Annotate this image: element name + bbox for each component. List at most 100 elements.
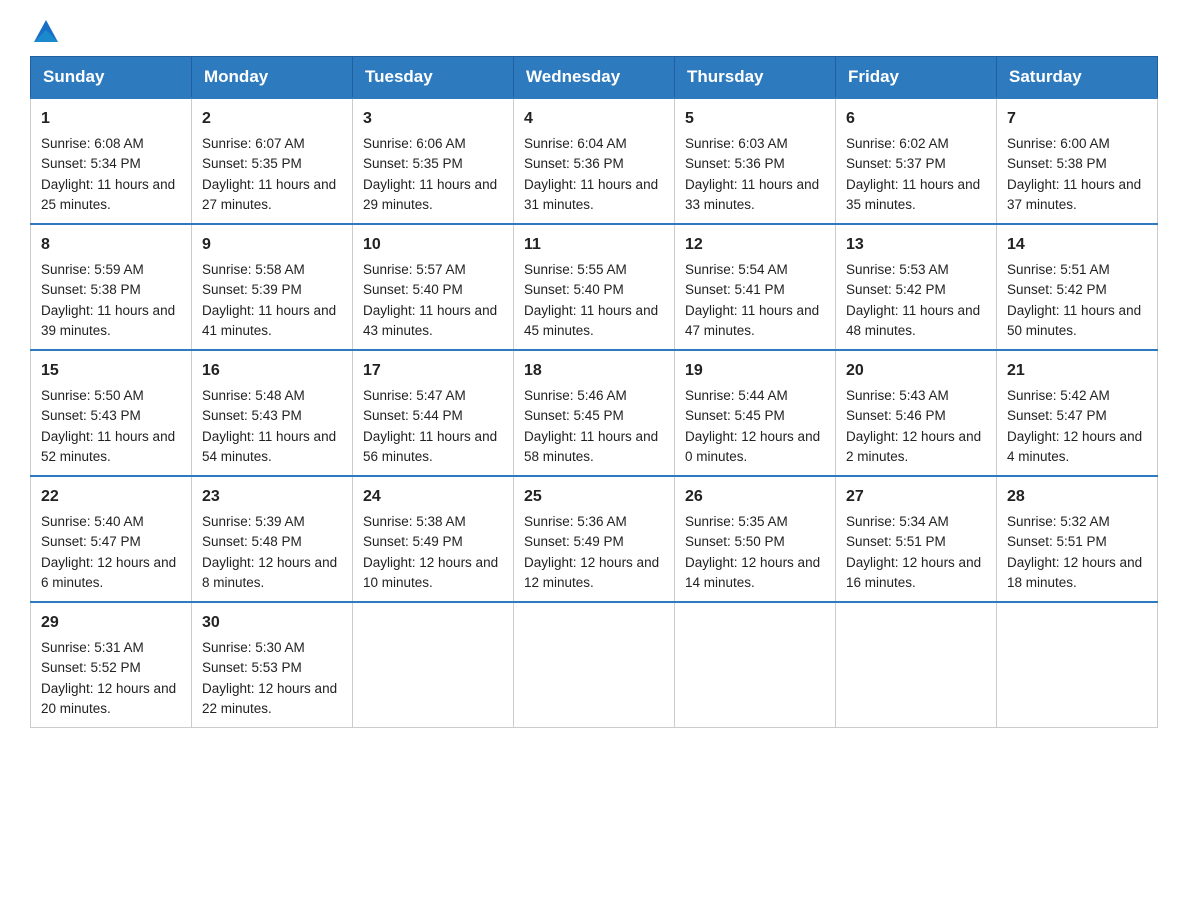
- calendar-cell: 21 Sunrise: 5:42 AM Sunset: 5:47 PM Dayl…: [997, 350, 1158, 476]
- daylight-line: Daylight: 11 hours and 29 minutes.: [363, 177, 497, 212]
- sunrise-line: Sunrise: 5:57 AM: [363, 262, 466, 277]
- calendar-week-row: 29 Sunrise: 5:31 AM Sunset: 5:52 PM Dayl…: [31, 602, 1158, 728]
- sunset-line: Sunset: 5:34 PM: [41, 156, 141, 171]
- daylight-line: Daylight: 11 hours and 45 minutes.: [524, 303, 658, 338]
- sunrise-line: Sunrise: 5:32 AM: [1007, 514, 1110, 529]
- daylight-line: Daylight: 12 hours and 8 minutes.: [202, 555, 337, 590]
- calendar-cell: 18 Sunrise: 5:46 AM Sunset: 5:45 PM Dayl…: [514, 350, 675, 476]
- calendar-cell: 6 Sunrise: 6:02 AM Sunset: 5:37 PM Dayli…: [836, 98, 997, 224]
- sunset-line: Sunset: 5:35 PM: [363, 156, 463, 171]
- calendar-cell: 11 Sunrise: 5:55 AM Sunset: 5:40 PM Dayl…: [514, 224, 675, 350]
- calendar-day-header: Monday: [192, 57, 353, 99]
- daylight-line: Daylight: 12 hours and 22 minutes.: [202, 681, 337, 716]
- day-number: 18: [524, 359, 664, 383]
- sunset-line: Sunset: 5:36 PM: [685, 156, 785, 171]
- calendar-cell: 7 Sunrise: 6:00 AM Sunset: 5:38 PM Dayli…: [997, 98, 1158, 224]
- sunrise-line: Sunrise: 5:55 AM: [524, 262, 627, 277]
- calendar-cell: 23 Sunrise: 5:39 AM Sunset: 5:48 PM Dayl…: [192, 476, 353, 602]
- sunset-line: Sunset: 5:45 PM: [685, 408, 785, 423]
- day-number: 13: [846, 233, 986, 257]
- sunrise-line: Sunrise: 5:35 AM: [685, 514, 788, 529]
- daylight-line: Daylight: 11 hours and 58 minutes.: [524, 429, 658, 464]
- daylight-line: Daylight: 11 hours and 27 minutes.: [202, 177, 336, 212]
- calendar-day-header: Sunday: [31, 57, 192, 99]
- sunrise-line: Sunrise: 5:47 AM: [363, 388, 466, 403]
- sunrise-line: Sunrise: 5:43 AM: [846, 388, 949, 403]
- calendar-cell: 24 Sunrise: 5:38 AM Sunset: 5:49 PM Dayl…: [353, 476, 514, 602]
- calendar-day-header: Tuesday: [353, 57, 514, 99]
- logo: [30, 20, 60, 38]
- sunrise-line: Sunrise: 6:06 AM: [363, 136, 466, 151]
- daylight-line: Daylight: 12 hours and 14 minutes.: [685, 555, 820, 590]
- calendar-cell: 20 Sunrise: 5:43 AM Sunset: 5:46 PM Dayl…: [836, 350, 997, 476]
- sunset-line: Sunset: 5:52 PM: [41, 660, 141, 675]
- calendar-table: SundayMondayTuesdayWednesdayThursdayFrid…: [30, 56, 1158, 728]
- sunrise-line: Sunrise: 5:31 AM: [41, 640, 144, 655]
- sunset-line: Sunset: 5:49 PM: [363, 534, 463, 549]
- day-number: 28: [1007, 485, 1147, 509]
- day-number: 16: [202, 359, 342, 383]
- sunset-line: Sunset: 5:36 PM: [524, 156, 624, 171]
- calendar-cell: 25 Sunrise: 5:36 AM Sunset: 5:49 PM Dayl…: [514, 476, 675, 602]
- calendar-cell: [675, 602, 836, 728]
- sunrise-line: Sunrise: 5:50 AM: [41, 388, 144, 403]
- sunset-line: Sunset: 5:51 PM: [1007, 534, 1107, 549]
- calendar-cell: 26 Sunrise: 5:35 AM Sunset: 5:50 PM Dayl…: [675, 476, 836, 602]
- daylight-line: Daylight: 12 hours and 2 minutes.: [846, 429, 981, 464]
- sunset-line: Sunset: 5:45 PM: [524, 408, 624, 423]
- daylight-line: Daylight: 11 hours and 25 minutes.: [41, 177, 175, 212]
- day-number: 19: [685, 359, 825, 383]
- calendar-cell: 10 Sunrise: 5:57 AM Sunset: 5:40 PM Dayl…: [353, 224, 514, 350]
- sunset-line: Sunset: 5:46 PM: [846, 408, 946, 423]
- day-number: 11: [524, 233, 664, 257]
- sunset-line: Sunset: 5:50 PM: [685, 534, 785, 549]
- daylight-line: Daylight: 12 hours and 10 minutes.: [363, 555, 498, 590]
- day-number: 8: [41, 233, 181, 257]
- sunrise-line: Sunrise: 6:03 AM: [685, 136, 788, 151]
- sunrise-line: Sunrise: 5:36 AM: [524, 514, 627, 529]
- sunset-line: Sunset: 5:44 PM: [363, 408, 463, 423]
- sunset-line: Sunset: 5:39 PM: [202, 282, 302, 297]
- sunset-line: Sunset: 5:41 PM: [685, 282, 785, 297]
- day-number: 1: [41, 107, 181, 131]
- day-number: 4: [524, 107, 664, 131]
- daylight-line: Daylight: 11 hours and 48 minutes.: [846, 303, 980, 338]
- sunset-line: Sunset: 5:38 PM: [41, 282, 141, 297]
- daylight-line: Daylight: 12 hours and 20 minutes.: [41, 681, 176, 716]
- daylight-line: Daylight: 12 hours and 4 minutes.: [1007, 429, 1142, 464]
- day-number: 20: [846, 359, 986, 383]
- calendar-day-header: Friday: [836, 57, 997, 99]
- daylight-line: Daylight: 11 hours and 43 minutes.: [363, 303, 497, 338]
- day-number: 5: [685, 107, 825, 131]
- sunrise-line: Sunrise: 5:40 AM: [41, 514, 144, 529]
- sunset-line: Sunset: 5:43 PM: [202, 408, 302, 423]
- calendar-cell: 29 Sunrise: 5:31 AM Sunset: 5:52 PM Dayl…: [31, 602, 192, 728]
- day-number: 17: [363, 359, 503, 383]
- calendar-cell: 30 Sunrise: 5:30 AM Sunset: 5:53 PM Dayl…: [192, 602, 353, 728]
- day-number: 29: [41, 611, 181, 635]
- day-number: 10: [363, 233, 503, 257]
- page-header: [30, 20, 1158, 38]
- day-number: 26: [685, 485, 825, 509]
- daylight-line: Daylight: 11 hours and 31 minutes.: [524, 177, 658, 212]
- day-number: 12: [685, 233, 825, 257]
- sunset-line: Sunset: 5:35 PM: [202, 156, 302, 171]
- calendar-cell: 15 Sunrise: 5:50 AM Sunset: 5:43 PM Dayl…: [31, 350, 192, 476]
- sunrise-line: Sunrise: 5:48 AM: [202, 388, 305, 403]
- sunrise-line: Sunrise: 5:58 AM: [202, 262, 305, 277]
- sunset-line: Sunset: 5:42 PM: [1007, 282, 1107, 297]
- sunrise-line: Sunrise: 6:07 AM: [202, 136, 305, 151]
- sunrise-line: Sunrise: 6:04 AM: [524, 136, 627, 151]
- sunrise-line: Sunrise: 6:00 AM: [1007, 136, 1110, 151]
- calendar-cell: [997, 602, 1158, 728]
- calendar-week-row: 8 Sunrise: 5:59 AM Sunset: 5:38 PM Dayli…: [31, 224, 1158, 350]
- calendar-cell: 3 Sunrise: 6:06 AM Sunset: 5:35 PM Dayli…: [353, 98, 514, 224]
- day-number: 27: [846, 485, 986, 509]
- calendar-cell: 19 Sunrise: 5:44 AM Sunset: 5:45 PM Dayl…: [675, 350, 836, 476]
- calendar-cell: 27 Sunrise: 5:34 AM Sunset: 5:51 PM Dayl…: [836, 476, 997, 602]
- calendar-day-header: Saturday: [997, 57, 1158, 99]
- sunrise-line: Sunrise: 5:42 AM: [1007, 388, 1110, 403]
- day-number: 3: [363, 107, 503, 131]
- sunset-line: Sunset: 5:40 PM: [363, 282, 463, 297]
- sunrise-line: Sunrise: 5:34 AM: [846, 514, 949, 529]
